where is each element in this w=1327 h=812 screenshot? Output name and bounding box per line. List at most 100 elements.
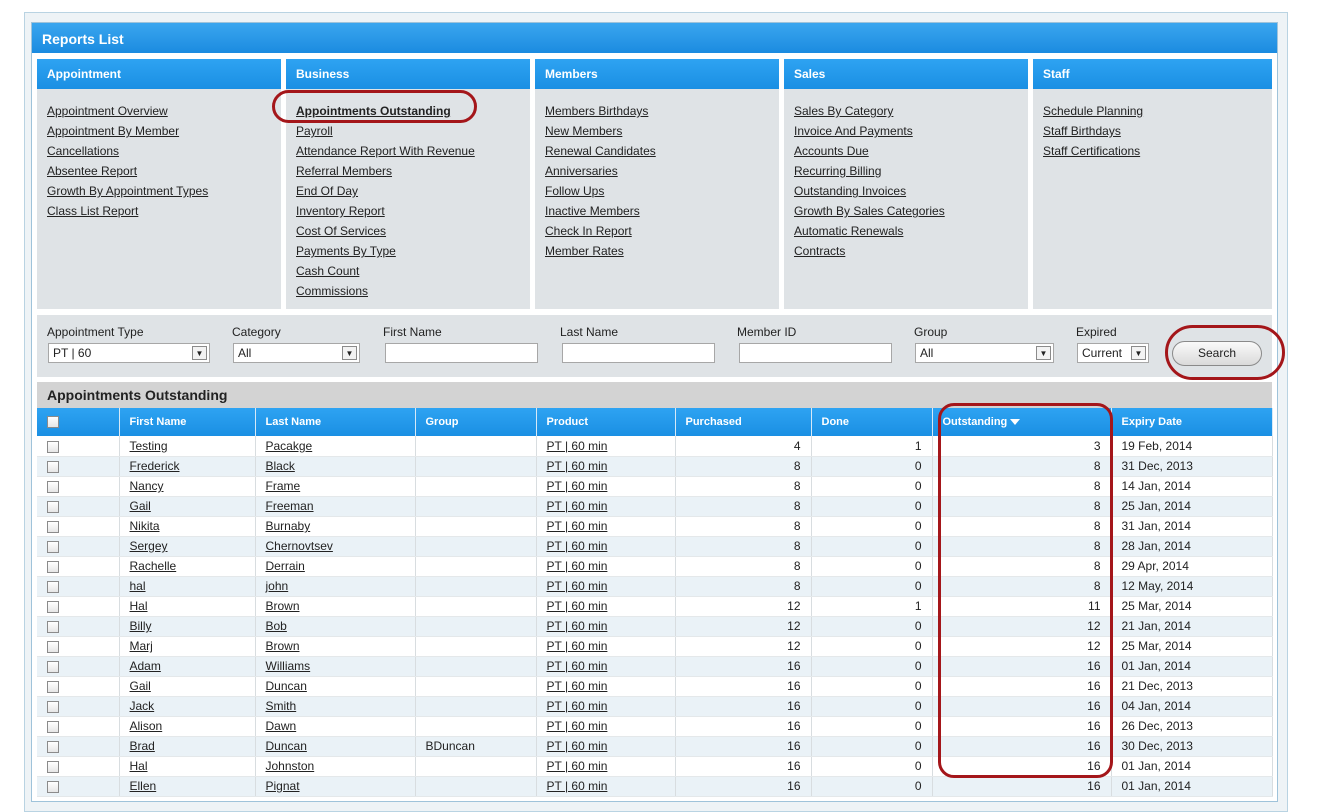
last-name-link[interactable]: Duncan <box>266 679 307 693</box>
row-select-cell[interactable] <box>37 676 120 697</box>
report-link[interactable]: Inventory Report <box>296 201 520 221</box>
report-link[interactable]: Staff Birthdays <box>1043 121 1262 141</box>
row-select-cell[interactable] <box>37 576 120 597</box>
row-select-cell[interactable] <box>37 536 120 557</box>
checkbox-icon[interactable] <box>47 460 59 473</box>
row-select-cell[interactable] <box>37 616 120 637</box>
row-select-cell[interactable] <box>37 516 120 537</box>
report-link[interactable]: Payments By Type <box>296 241 520 261</box>
first-name-link[interactable]: Alison <box>130 719 163 733</box>
report-link[interactable]: Appointment Overview <box>47 101 271 121</box>
product-link[interactable]: PT | 60 min <box>547 719 608 733</box>
report-link[interactable]: Absentee Report <box>47 161 271 181</box>
product-link[interactable]: PT | 60 min <box>547 479 608 493</box>
chevron-down-icon[interactable]: ▼ <box>192 346 207 360</box>
report-link[interactable]: Payroll <box>296 121 520 141</box>
row-select-cell[interactable] <box>37 656 120 677</box>
last-name-link[interactable]: Chernovtsev <box>266 539 333 553</box>
report-link[interactable]: Sales By Category <box>794 101 1018 121</box>
report-link[interactable]: Growth By Appointment Types <box>47 181 271 201</box>
first-name-link[interactable]: Frederick <box>130 459 180 473</box>
product-link[interactable]: PT | 60 min <box>547 739 608 753</box>
last-name-link[interactable]: Williams <box>266 659 311 673</box>
checkbox-icon[interactable] <box>47 640 59 653</box>
last-name-link[interactable]: Brown <box>266 599 300 613</box>
column-header-expiry-date[interactable]: Expiry Date <box>1111 408 1273 436</box>
first-name-link[interactable]: Marj <box>130 639 153 653</box>
first-name-link[interactable]: Gail <box>130 679 151 693</box>
row-select-cell[interactable] <box>37 476 120 497</box>
product-link[interactable]: PT | 60 min <box>547 579 608 593</box>
checkbox-icon[interactable] <box>47 660 59 673</box>
last-name-link[interactable]: john <box>266 579 289 593</box>
product-link[interactable]: PT | 60 min <box>547 619 608 633</box>
checkbox-icon[interactable] <box>47 416 59 429</box>
report-link[interactable]: Follow Ups <box>545 181 769 201</box>
report-link[interactable]: Class List Report <box>47 201 271 221</box>
chevron-down-icon[interactable]: ▼ <box>342 346 357 360</box>
checkbox-icon[interactable] <box>47 480 59 493</box>
row-select-cell[interactable] <box>37 436 120 457</box>
row-select-cell[interactable] <box>37 716 120 737</box>
report-link[interactable]: Cost Of Services <box>296 221 520 241</box>
first-name-link[interactable]: Ellen <box>130 779 157 793</box>
column-header-first-name[interactable]: First Name <box>119 408 256 436</box>
checkbox-icon[interactable] <box>47 780 59 793</box>
last-name-link[interactable]: Black <box>266 459 295 473</box>
first-name-link[interactable]: Hal <box>130 599 148 613</box>
report-link[interactable]: Appointment By Member <box>47 121 271 141</box>
first-name-link[interactable]: Nancy <box>130 479 164 493</box>
row-select-cell[interactable] <box>37 736 120 757</box>
row-select-cell[interactable] <box>37 696 120 717</box>
report-link[interactable]: Renewal Candidates <box>545 141 769 161</box>
report-link[interactable]: Growth By Sales Categories <box>794 201 1018 221</box>
report-link[interactable]: Members Birthdays <box>545 101 769 121</box>
last-name-link[interactable]: Dawn <box>266 719 297 733</box>
report-link[interactable]: Outstanding Invoices <box>794 181 1018 201</box>
first-name-link[interactable]: Testing <box>130 439 168 453</box>
report-link[interactable]: Anniversaries <box>545 161 769 181</box>
report-link[interactable]: Check In Report <box>545 221 769 241</box>
row-select-cell[interactable] <box>37 596 120 617</box>
last-name-link[interactable]: Freeman <box>266 499 314 513</box>
last-name-link[interactable]: Pignat <box>266 779 300 793</box>
group-select[interactable]: All ▼ <box>915 343 1054 363</box>
report-link[interactable]: Referral Members <box>296 161 520 181</box>
report-link[interactable]: Inactive Members <box>545 201 769 221</box>
last-name-link[interactable]: Derrain <box>266 559 305 573</box>
column-header-purchased[interactable]: Purchased <box>675 408 812 436</box>
first-name-link[interactable]: hal <box>130 579 146 593</box>
checkbox-icon[interactable] <box>47 680 59 693</box>
product-link[interactable]: PT | 60 min <box>547 779 608 793</box>
product-link[interactable]: PT | 60 min <box>547 439 608 453</box>
product-link[interactable]: PT | 60 min <box>547 679 608 693</box>
checkbox-icon[interactable] <box>47 740 59 753</box>
first-name-link[interactable]: Billy <box>130 619 152 633</box>
product-link[interactable]: PT | 60 min <box>547 599 608 613</box>
column-header-group[interactable]: Group <box>415 408 537 436</box>
checkbox-icon[interactable] <box>47 700 59 713</box>
last-name-link[interactable]: Bob <box>266 619 287 633</box>
row-select-cell[interactable] <box>37 496 120 517</box>
product-link[interactable]: PT | 60 min <box>547 539 608 553</box>
row-select-cell[interactable] <box>37 556 120 577</box>
product-link[interactable]: PT | 60 min <box>547 699 608 713</box>
first-name-link[interactable]: Hal <box>130 759 148 773</box>
checkbox-icon[interactable] <box>47 500 59 513</box>
first-name-link[interactable]: Adam <box>130 659 161 673</box>
product-link[interactable]: PT | 60 min <box>547 459 608 473</box>
report-link[interactable]: Cash Count <box>296 261 520 281</box>
appointment-type-select[interactable]: PT | 60 ▼ <box>48 343 210 363</box>
last-name-link[interactable]: Duncan <box>266 739 307 753</box>
first-name-link[interactable]: Nikita <box>130 519 160 533</box>
product-link[interactable]: PT | 60 min <box>547 559 608 573</box>
checkbox-icon[interactable] <box>47 580 59 593</box>
report-link[interactable]: Contracts <box>794 241 1018 261</box>
checkbox-icon[interactable] <box>47 600 59 613</box>
report-link[interactable]: Member Rates <box>545 241 769 261</box>
report-link[interactable]: Staff Certifications <box>1043 141 1262 161</box>
checkbox-icon[interactable] <box>47 760 59 773</box>
report-link[interactable]: Recurring Billing <box>794 161 1018 181</box>
product-link[interactable]: PT | 60 min <box>547 519 608 533</box>
row-select-cell[interactable] <box>37 756 120 777</box>
